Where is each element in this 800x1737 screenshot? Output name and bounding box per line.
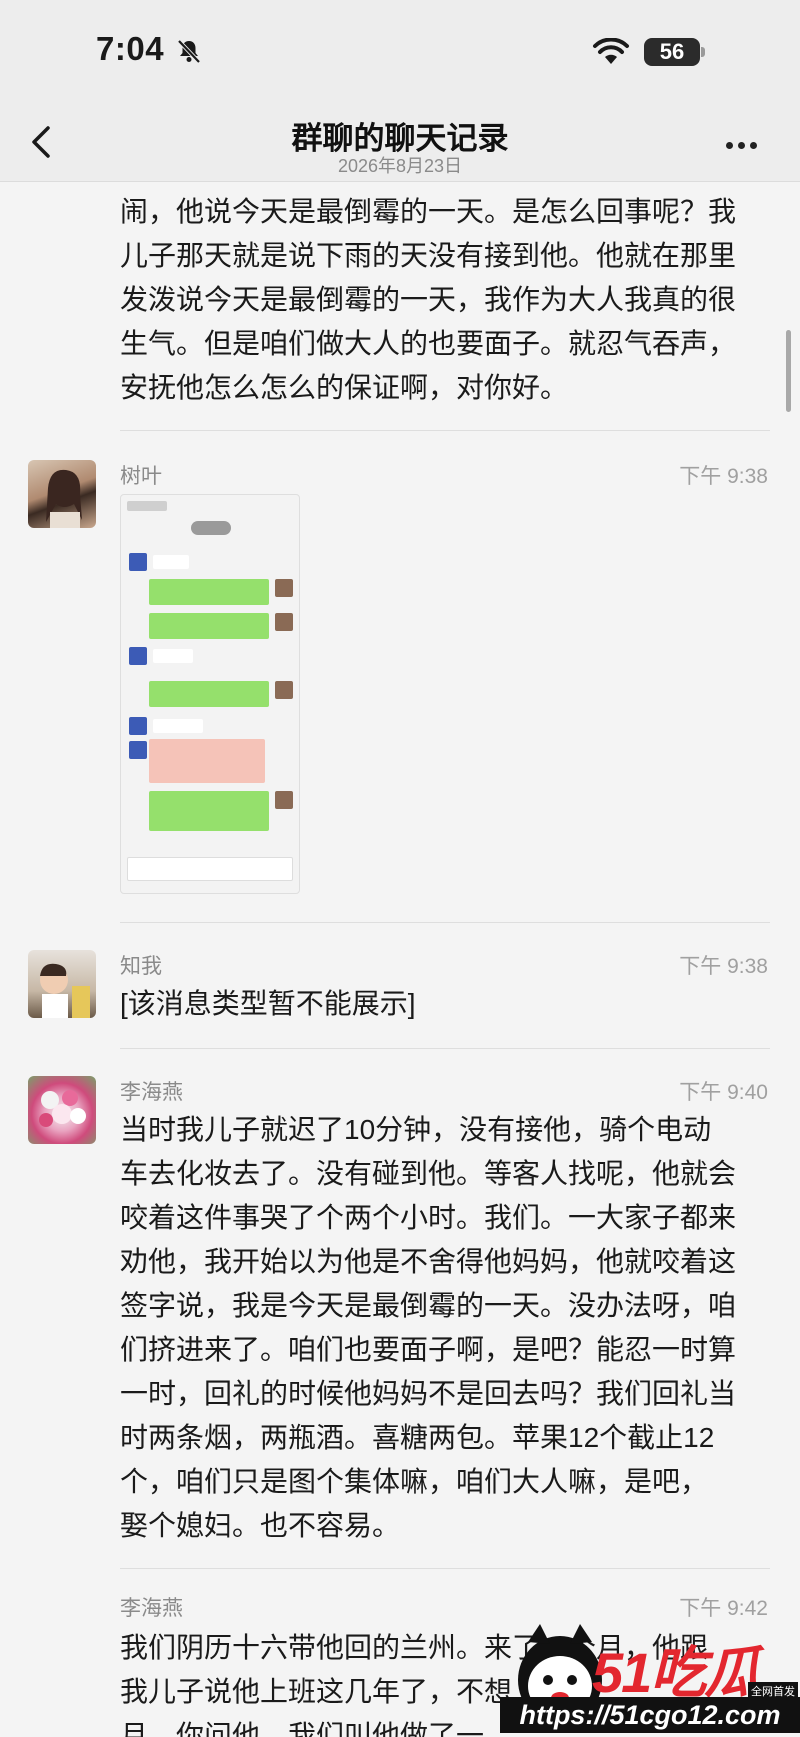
avatar-baby-icon <box>40 963 90 1018</box>
avatar-flowers-icon <box>39 1090 86 1127</box>
status-bar: 7:04 56 <box>0 0 800 108</box>
message-divider <box>120 430 770 431</box>
wifi-icon <box>593 38 629 64</box>
avatar-person-icon <box>46 469 82 528</box>
avatar[interactable] <box>28 460 96 528</box>
sender-name: 李海燕 <box>120 1597 183 1620</box>
avatar[interactable] <box>28 950 96 1018</box>
page-date: 2026年8月23日 <box>337 156 463 176</box>
message-divider <box>120 1048 770 1049</box>
scrollbar[interactable] <box>786 330 791 412</box>
sender-name: 树叶 <box>120 465 162 488</box>
nav-bar: 群聊的聊天记录 2026年8月23日 <box>0 108 800 182</box>
status-time: 7:04 <box>96 30 165 67</box>
message-text: [该消息类型暂不能展示] <box>120 988 416 1019</box>
message-time: 下午 9:38 <box>679 955 768 978</box>
message-time: 下午 9:38 <box>679 465 768 488</box>
battery-indicator: 56 <box>644 38 705 66</box>
message-text: 当时我儿子就迟了10分钟，没有接他，骑个电动 车去化妆去了。没有碰到他。等客人找… <box>120 1114 737 1541</box>
watermark-url: https://51cgo12.com <box>500 1697 800 1733</box>
message-text: 闹，他说今天是最倒霉的一天。是怎么回事呢？我 儿子那天就是说下雨的天没有接到他。… <box>120 196 737 403</box>
bell-muted-icon <box>177 39 201 64</box>
sender-name: 李海燕 <box>120 1081 183 1104</box>
message-divider <box>120 922 770 923</box>
image-thumbnail[interactable] <box>120 494 300 894</box>
more-options-icon[interactable] <box>726 136 766 149</box>
message-time: 下午 9:40 <box>679 1081 768 1104</box>
avatar[interactable] <box>28 1076 96 1144</box>
message-time: 下午 9:42 <box>679 1597 768 1620</box>
sender-name: 知我 <box>120 955 162 978</box>
message-divider <box>120 1568 770 1569</box>
